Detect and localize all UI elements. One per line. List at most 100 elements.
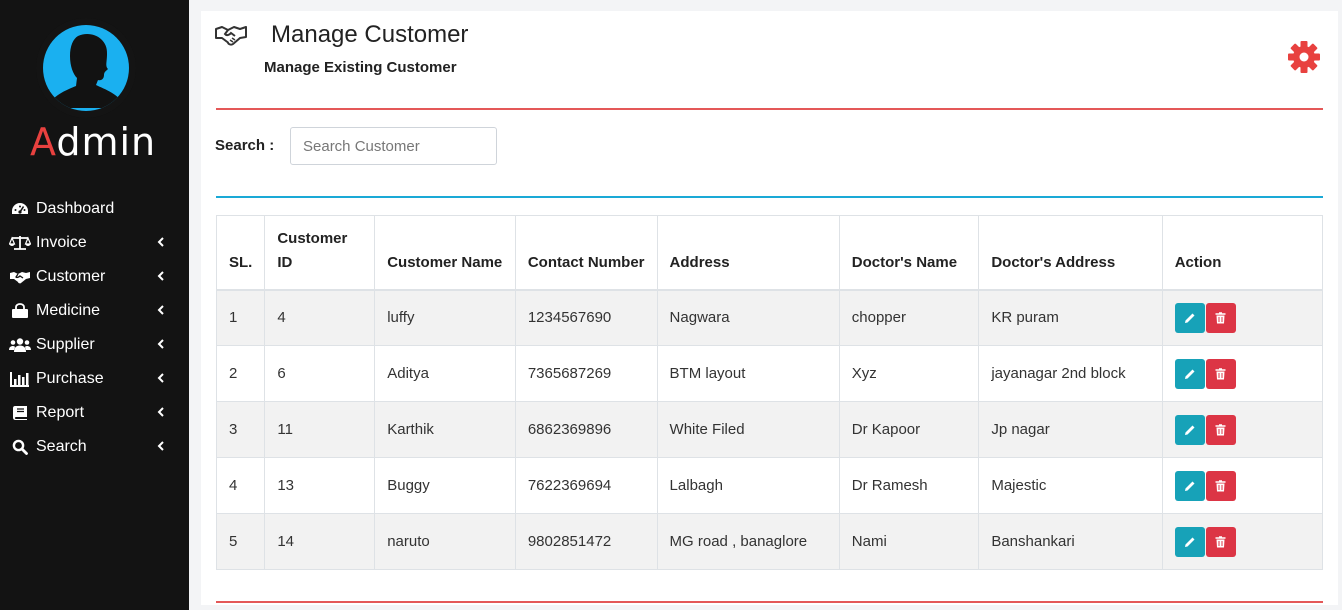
pencil-icon	[1184, 425, 1195, 435]
table-cell: 7365687269	[514, 345, 658, 402]
pencil-icon	[1184, 313, 1195, 323]
table-cell: Dr Kapoor	[838, 401, 980, 458]
sidebar-item-invoice[interactable]: Invoice	[0, 226, 189, 260]
table-cell: 6	[264, 345, 376, 402]
edit-button[interactable]	[1174, 470, 1205, 501]
column-header: SL.	[215, 215, 266, 291]
edit-button[interactable]	[1174, 414, 1205, 445]
sidebar-item-label: Purchase	[36, 370, 104, 387]
sidebar-item-label: Supplier	[36, 336, 95, 353]
pencil-icon	[1184, 369, 1195, 379]
pencil-icon	[1184, 537, 1195, 547]
users-icon	[9, 336, 31, 354]
table-cell: White Filed	[656, 401, 840, 458]
table-cell: 4	[215, 457, 266, 514]
action-cell	[1161, 289, 1324, 346]
sidebar-item-report[interactable]: Report	[0, 396, 189, 430]
table-cell: 3	[215, 401, 266, 458]
table-cell: Dr Ramesh	[838, 457, 980, 514]
delete-button[interactable]	[1205, 470, 1236, 501]
table-row: 5 14 naruto 9802851472 MG road , banaglo…	[215, 513, 1324, 570]
table-cell: naruto	[374, 513, 516, 570]
bar-chart-icon	[9, 370, 31, 388]
table-row: 3 11 Karthik 6862369896 White Filed Dr K…	[215, 401, 1324, 458]
sidebar-item-label: Dashboard	[36, 200, 115, 217]
trash-icon	[1215, 423, 1226, 435]
column-header: Customer Name	[374, 215, 516, 291]
delete-button[interactable]	[1205, 358, 1236, 389]
edit-button[interactable]	[1174, 358, 1205, 389]
chevron-left-icon	[157, 441, 164, 451]
chevron-left-icon	[157, 237, 164, 247]
search-label: Search :	[215, 137, 275, 154]
pencil-icon	[1184, 481, 1195, 491]
delete-button[interactable]	[1205, 302, 1236, 333]
sidebar-item-customer[interactable]: Customer	[0, 260, 189, 294]
sidebar-item-label: Medicine	[36, 302, 101, 319]
table-cell: Majestic	[978, 457, 1163, 514]
table-cell: Buggy	[374, 457, 516, 514]
table-cell: jayanagar 2nd block	[978, 345, 1163, 402]
handshake-icon	[215, 23, 247, 47]
column-header: Address	[656, 215, 840, 291]
table-cell: luffy	[374, 289, 516, 346]
column-header: Customer ID	[264, 215, 376, 291]
avatar	[36, 18, 136, 118]
table-row: 1 4 luffy 1234567690 Nagwara chopper KR …	[215, 289, 1324, 346]
table-cell: 14	[264, 513, 376, 570]
chevron-left-icon	[157, 373, 164, 383]
table-cell: 1	[215, 289, 266, 346]
gear-icon[interactable]	[1286, 39, 1322, 75]
table-cell: MG road , banaglore	[656, 513, 840, 570]
table-cell: Banshankari	[978, 513, 1163, 570]
shopping-bag-icon	[9, 302, 31, 320]
action-cell	[1161, 513, 1324, 570]
table-cell: 6862369896	[514, 401, 658, 458]
sidebar-item-dashboard[interactable]: Dashboard	[0, 192, 189, 226]
edit-button[interactable]	[1174, 526, 1205, 557]
action-cell	[1161, 457, 1324, 514]
chevron-left-icon	[157, 305, 164, 315]
table-cell: 2	[215, 345, 266, 402]
table-cell: Jp nagar	[978, 401, 1163, 458]
main-card: Manage Customer Manage Existing Customer…	[201, 11, 1338, 605]
table-header-row: SL. Customer ID Customer Name Contact Nu…	[215, 215, 1324, 291]
search-divider	[216, 196, 1323, 198]
admin-brand: Admin	[30, 120, 157, 164]
table-cell: KR puram	[978, 289, 1163, 346]
page-title: Manage Customer	[271, 21, 469, 48]
search-input[interactable]	[290, 127, 497, 165]
sidebar-item-medicine[interactable]: Medicine	[0, 294, 189, 328]
delete-button[interactable]	[1205, 414, 1236, 445]
search-icon	[9, 438, 31, 456]
table-row: 4 13 Buggy 7622369694 Lalbagh Dr Ramesh …	[215, 457, 1324, 514]
column-header: Action	[1161, 215, 1324, 291]
sidebar-item-purchase[interactable]: Purchase	[0, 362, 189, 396]
action-cell	[1161, 345, 1324, 402]
table-cell: 11	[264, 401, 376, 458]
sidebar-item-label: Customer	[36, 268, 106, 285]
chevron-left-icon	[157, 339, 164, 349]
sidebar-nav: Dashboard Invoice Customer Medicine Supp…	[0, 192, 189, 464]
table-cell: 1234567690	[514, 289, 658, 346]
trash-icon	[1215, 367, 1226, 379]
handshake-icon	[9, 268, 31, 286]
chevron-left-icon	[157, 407, 164, 417]
table-cell: 9802851472	[514, 513, 658, 570]
table-row: 2 6 Aditya 7365687269 BTM layout Xyz jay…	[215, 345, 1324, 402]
table-cell: 7622369694	[514, 457, 658, 514]
column-header: Doctor's Address	[978, 215, 1163, 291]
sidebar-item-search[interactable]: Search	[0, 430, 189, 464]
table-cell: Nagwara	[656, 289, 840, 346]
trash-icon	[1215, 479, 1226, 491]
trash-icon	[1215, 535, 1226, 547]
sidebar-item-label: Invoice	[36, 234, 87, 251]
delete-button[interactable]	[1205, 526, 1236, 557]
table-cell: chopper	[838, 289, 980, 346]
trash-icon	[1215, 311, 1226, 324]
column-header: Doctor's Name	[838, 215, 980, 291]
header-divider	[216, 108, 1323, 110]
sidebar-item-supplier[interactable]: Supplier	[0, 328, 189, 362]
table-cell: Lalbagh	[656, 457, 840, 514]
edit-button[interactable]	[1174, 302, 1205, 333]
